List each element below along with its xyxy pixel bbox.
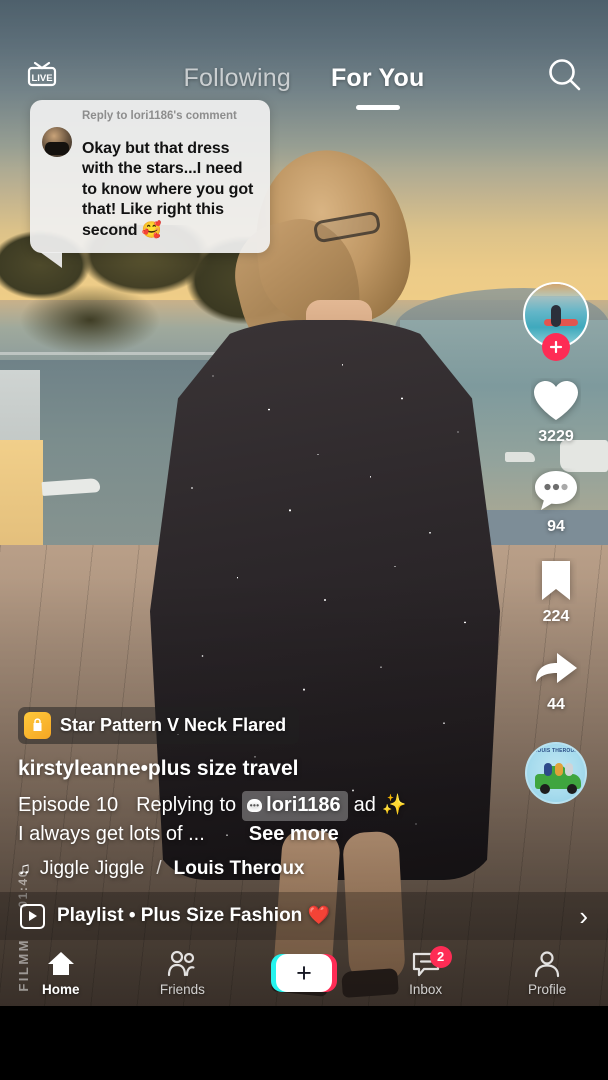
action-rail: 3229 94 224 44 LOUIS THEROUX xyxy=(520,282,592,804)
nav-label-profile: Profile xyxy=(528,981,567,997)
episode-label: Episode 10 xyxy=(18,794,119,817)
tab-following[interactable]: Following xyxy=(184,64,291,93)
search-button[interactable] xyxy=(544,54,586,96)
description-line-2: I always get lots of ... See more xyxy=(18,821,498,849)
playlist-play-icon xyxy=(20,903,45,929)
plus-icon: + xyxy=(296,957,312,988)
feed-tabs: Following For You xyxy=(0,50,608,106)
comment-bubble-icon xyxy=(535,471,577,510)
album-disc-icon[interactable]: LOUIS THEROUX xyxy=(525,742,587,804)
video-description: Episode 10 Replying to ••• lori1186 ad ✨… xyxy=(18,790,498,849)
inbox-badge: 2 xyxy=(429,945,452,968)
bookmark-button[interactable]: 224 xyxy=(535,558,577,626)
playlist-label: Playlist • Plus Size Fashion ❤️ xyxy=(57,905,567,927)
nav-item-friends[interactable]: Friends xyxy=(122,950,244,997)
share-arrow-icon xyxy=(536,653,577,683)
replied-comment-bubble[interactable]: Reply to lori1186's comment Okay but tha… xyxy=(30,100,270,269)
author-avatar-button[interactable] xyxy=(523,282,589,361)
plus-icon xyxy=(549,340,563,354)
comment-button[interactable]: 94 xyxy=(532,468,580,536)
create-button[interactable]: + xyxy=(270,954,337,992)
nav-label-home: Home xyxy=(42,981,80,997)
like-button[interactable]: 3229 xyxy=(531,378,581,446)
replying-to-label: Replying to xyxy=(136,794,237,817)
tab-for-you[interactable]: For You xyxy=(331,64,425,93)
heart-emoji-icon: ❤️ xyxy=(307,905,330,925)
author-username[interactable]: kirstyleanne•plus size travel xyxy=(18,757,498,781)
see-more-button[interactable]: See more xyxy=(249,821,339,849)
search-icon xyxy=(549,59,581,91)
shopping-bag-icon xyxy=(24,711,51,739)
nav-label-inbox: Inbox xyxy=(409,981,443,997)
music-separator: / xyxy=(156,858,162,879)
home-icon xyxy=(47,951,74,975)
playlist-bar[interactable]: Playlist • Plus Size Fashion ❤️ › xyxy=(0,892,608,940)
description-text: I always get lots of ... xyxy=(18,823,205,846)
like-count: 3229 xyxy=(538,428,574,445)
commenter-avatar xyxy=(42,127,72,157)
share-button[interactable]: 44 xyxy=(531,648,581,714)
nav-item-profile[interactable]: Profile xyxy=(486,950,608,997)
ad-label: ad ✨ xyxy=(353,794,407,817)
chevron-right-icon[interactable]: › xyxy=(579,903,588,929)
nav-item-inbox[interactable]: 2 Inbox xyxy=(365,945,487,997)
bottom-black-bar xyxy=(0,1006,608,1080)
heart-icon xyxy=(534,381,578,420)
disc-title: LOUIS THEROUX xyxy=(534,748,578,754)
playlist-title: Playlist • Plus Size Fashion xyxy=(57,905,303,926)
music-note-icon: ♫ xyxy=(18,859,31,878)
music-info-row[interactable]: ♫ Jiggle Jiggle / Louis Theroux xyxy=(18,858,498,880)
top-navigation-bar: LIVE Following For You xyxy=(0,50,608,106)
profile-icon xyxy=(535,950,560,977)
music-title: Jiggle Jiggle xyxy=(39,858,145,879)
product-name: Star Pattern V Neck Flared xyxy=(60,714,287,735)
bookmark-icon xyxy=(542,561,570,600)
caption-block: Star Pattern V Neck Flared kirstyleanne•… xyxy=(18,706,498,880)
nav-item-home[interactable]: Home xyxy=(0,950,122,997)
bookmark-count: 224 xyxy=(542,608,570,625)
description-line-1: Episode 10 Replying to ••• lori1186 ad ✨ xyxy=(18,790,498,822)
comment-reply-to-label: Reply to lori1186's comment xyxy=(82,110,237,122)
tiktok-video-feed-screen: LIVE Following For You Reply to lori1186… xyxy=(0,0,608,1080)
comment-dots-icon: ••• xyxy=(247,799,263,813)
nav-label-friends: Friends xyxy=(159,981,205,997)
comment-count: 94 xyxy=(547,518,565,535)
follow-button[interactable] xyxy=(542,333,570,361)
nav-item-create[interactable]: + xyxy=(243,954,365,992)
mention-chip[interactable]: ••• lori1186 xyxy=(242,790,348,822)
share-count: 44 xyxy=(547,696,565,713)
mention-username: lori1186 xyxy=(266,793,341,816)
product-tag[interactable]: Star Pattern V Neck Flared xyxy=(18,706,300,744)
friends-icon xyxy=(168,950,195,976)
bottom-navigation-bar: Home Friends + 2 Inbox Profile xyxy=(0,940,608,1006)
music-artist: Louis Theroux xyxy=(173,858,305,879)
